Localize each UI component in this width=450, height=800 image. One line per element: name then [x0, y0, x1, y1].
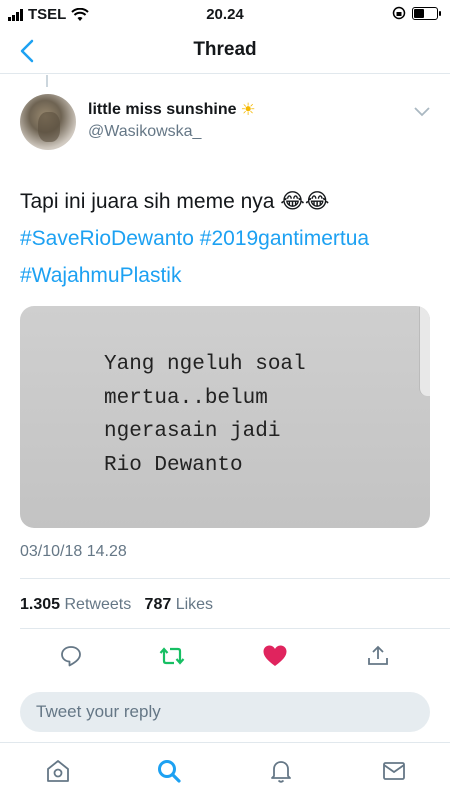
tab-home[interactable]: [42, 755, 74, 787]
retweets-count: 1.305: [20, 596, 61, 613]
reply-icon: [61, 646, 81, 667]
likes-count: 787: [144, 596, 172, 613]
battery-icon: [412, 6, 441, 20]
hashtag-link[interactable]: #SaveRioDewanto: [20, 227, 194, 250]
retweet-button[interactable]: [156, 640, 188, 672]
divider: [20, 628, 450, 629]
display-name-text: little miss sunshine: [88, 101, 237, 118]
share-icon: [368, 645, 388, 665]
retweet-icon: [159, 647, 185, 665]
tweet-timestamp: 03/10/18 14.28: [20, 543, 127, 560]
mail-icon: [383, 762, 405, 780]
avatar[interactable]: [20, 94, 76, 150]
status-time: 20.24: [206, 6, 244, 23]
like-button[interactable]: [259, 640, 291, 672]
tab-messages[interactable]: [378, 755, 410, 787]
rotation-lock-icon: [392, 6, 406, 20]
laughing-emoji: 😂😂: [280, 190, 330, 213]
likes-stat[interactable]: 787 Likes: [145, 596, 214, 613]
heart-icon: [263, 645, 287, 666]
tab-bar: [0, 742, 450, 800]
reply-input[interactable]: [20, 692, 430, 732]
likes-label: Likes: [175, 596, 214, 613]
chevron-down-icon: [414, 107, 430, 117]
page-title: Thread: [193, 39, 257, 60]
sun-emoji: ☀: [240, 100, 256, 119]
status-bar: TSEL 20.24: [0, 0, 450, 28]
tweet-text: Tapi ini juara sih meme nya 😂😂 #SaveRioD…: [20, 184, 430, 294]
user-handle[interactable]: @Wasikowska_: [88, 123, 201, 141]
divider: [20, 578, 450, 579]
reply-bar: [20, 692, 430, 732]
retweets-stat[interactable]: 1.305 Retweets: [20, 596, 131, 613]
tab-notifications[interactable]: [265, 755, 297, 787]
reply-button[interactable]: [55, 640, 87, 672]
search-icon: [158, 760, 181, 783]
status-right: [392, 6, 441, 20]
more-options-button[interactable]: [414, 104, 430, 122]
tab-search[interactable]: [153, 755, 185, 787]
home-icon: [47, 760, 69, 782]
share-button[interactable]: [362, 640, 394, 672]
nav-bar: Thread: [0, 28, 450, 74]
tweet-image[interactable]: Yang ngeluh soal mertua..belum ngerasain…: [20, 306, 430, 528]
retweets-label: Retweets: [64, 596, 132, 613]
tweet-actions: [0, 640, 450, 672]
hashtag-link[interactable]: #2019gantimertua: [200, 227, 369, 250]
image-caption-text: Yang ngeluh soal mertua..belum ngerasain…: [104, 353, 306, 477]
tweet-body: Tapi ini juara sih meme nya: [20, 190, 275, 213]
hashtag-link[interactable]: #WajahmuPlastik: [20, 264, 181, 287]
tweet-stats: 1.305 Retweets 787 Likes: [20, 596, 213, 614]
bell-icon: [271, 761, 291, 783]
display-name[interactable]: little miss sunshine ☀: [88, 100, 256, 120]
thread-connector-line: [46, 75, 48, 87]
